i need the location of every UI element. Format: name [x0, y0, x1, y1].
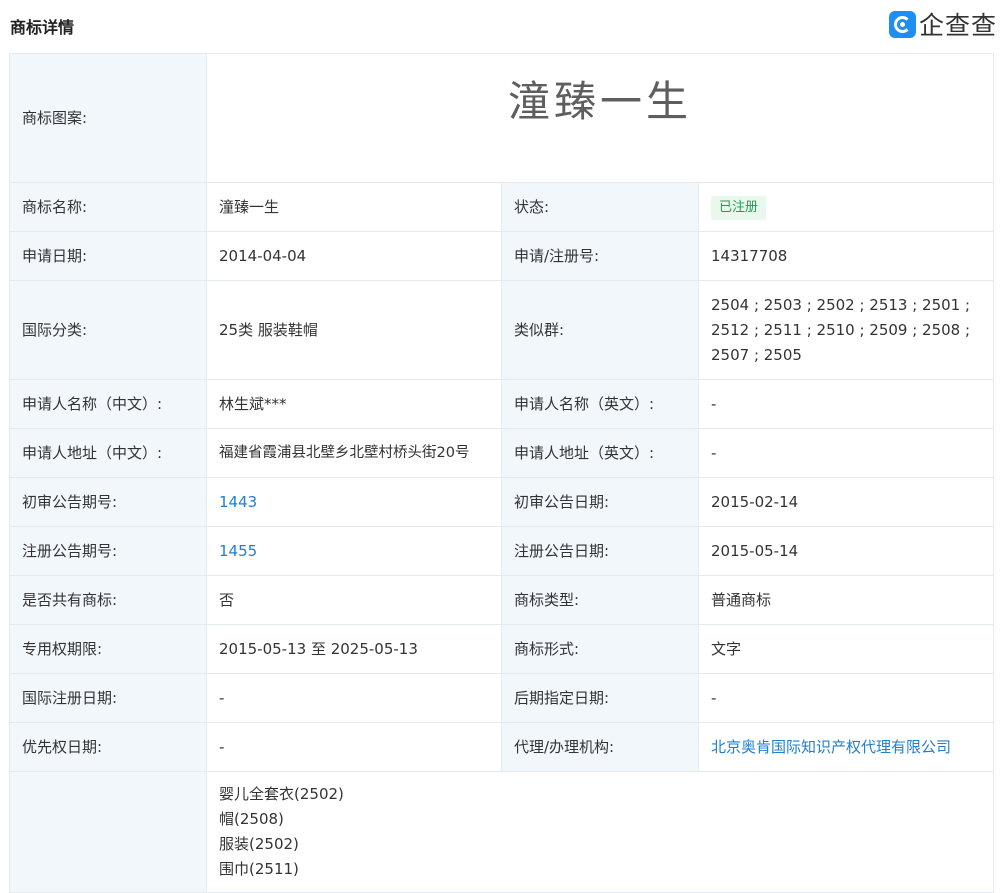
priority-date-value: - — [206, 722, 502, 772]
trademark-name-label: 商标名称: — [9, 182, 207, 232]
goods-row: 婴儿全套衣(2502) 帽(2508) 服装(2502) 围巾(2511) — [9, 771, 994, 893]
trademark-image-cell: 潼臻一生 — [206, 53, 994, 183]
preliminary-date-label: 初审公告日期: — [501, 477, 699, 527]
registration-number-label: 申请/注册号: — [501, 231, 699, 281]
status-badge: 已注册 — [711, 196, 767, 220]
agency-label: 代理/办理机构: — [501, 722, 699, 772]
status-label: 状态: — [501, 182, 699, 232]
trademark-image-label: 商标图案: — [9, 53, 207, 183]
table-row: 国际注册日期: - 后期指定日期: - — [9, 673, 994, 723]
preliminary-issue-link[interactable]: 1443 — [219, 493, 257, 511]
registration-issue-link[interactable]: 1455 — [219, 542, 257, 560]
registration-issue-label: 注册公告期号: — [9, 526, 207, 576]
exclusive-period-value: 2015-05-13 至 2025-05-13 — [206, 624, 502, 674]
qichacha-logo[interactable]: 企查查 — [889, 9, 998, 40]
trademark-form-value: 文字 — [698, 624, 994, 674]
trademark-image: 潼臻一生 — [507, 76, 692, 126]
table-row: 申请日期: 2014-04-04 申请/注册号: 14317708 — [9, 231, 994, 281]
applicant-name-en-label: 申请人名称（英文）: — [501, 379, 699, 429]
intl-registration-date-value: - — [206, 673, 502, 723]
applicant-name-cn-label: 申请人名称（中文）: — [9, 379, 207, 429]
trademark-type-value: 普通商标 — [698, 575, 994, 625]
page-title: 商标详情 — [10, 18, 75, 37]
similar-group-value: 2504 ; 2503 ; 2502 ; 2513 ; 2501 ; 2512 … — [698, 280, 994, 380]
goods-label — [9, 771, 207, 893]
applicant-address-cn-value: 福建省霞浦县北壁乡北壁村桥头街20号 — [206, 428, 502, 478]
table-row: 专用权期限: 2015-05-13 至 2025-05-13 商标形式: 文字 — [9, 624, 994, 674]
agency-link[interactable]: 北京奥肯国际知识产权代理有限公司 — [711, 738, 951, 756]
applicant-address-en-label: 申请人地址（英文）: — [501, 428, 699, 478]
logo-text: 企查查 — [919, 11, 998, 40]
list-item: 婴儿全套衣(2502) — [219, 785, 344, 803]
exclusive-period-label: 专用权期限: — [9, 624, 207, 674]
table-row: 国际分类: 25类 服装鞋帽 类似群: 2504 ; 2503 ; 2502 ;… — [9, 280, 994, 380]
applicant-name-cn-value: 林生斌*** — [206, 379, 502, 429]
trademark-detail-table: 商标图案: 潼臻一生 商标名称: 潼臻一生 状态: 已注册 申请日期: 2014… — [9, 53, 994, 893]
table-row: 初审公告期号: 1443 初审公告日期: 2015-02-14 — [9, 477, 994, 527]
international-class-value: 25类 服装鞋帽 — [206, 280, 502, 380]
table-row: 是否共有商标: 否 商标类型: 普通商标 — [9, 575, 994, 625]
table-row: 申请人地址（中文）: 福建省霞浦县北壁乡北壁村桥头街20号 申请人地址（英文）:… — [9, 428, 994, 478]
applicant-name-en-value: - — [698, 379, 994, 429]
later-designation-date-label: 后期指定日期: — [501, 673, 699, 723]
registration-number-value: 14317708 — [698, 231, 994, 281]
goods-list: 婴儿全套衣(2502) 帽(2508) 服装(2502) 围巾(2511) — [206, 771, 994, 893]
preliminary-date-value: 2015-02-14 — [698, 477, 994, 527]
shared-trademark-value: 否 — [206, 575, 502, 625]
list-item: 帽(2508) — [219, 810, 284, 828]
table-row: 优先权日期: - 代理/办理机构: 北京奥肯国际知识产权代理有限公司 — [9, 722, 994, 772]
table-row: 申请人名称（中文）: 林生斌*** 申请人名称（英文）: - — [9, 379, 994, 429]
applicant-address-cn-label: 申请人地址（中文）: — [9, 428, 207, 478]
list-item: 服装(2502) — [219, 835, 299, 853]
preliminary-issue-label: 初审公告期号: — [9, 477, 207, 527]
international-class-label: 国际分类: — [9, 280, 207, 380]
trademark-name-value: 潼臻一生 — [206, 182, 502, 232]
registration-date-value: 2015-05-14 — [698, 526, 994, 576]
applicant-address-en-value: - — [698, 428, 994, 478]
trademark-form-label: 商标形式: — [501, 624, 699, 674]
application-date-value: 2014-04-04 — [206, 231, 502, 281]
shared-trademark-label: 是否共有商标: — [9, 575, 207, 625]
table-row: 注册公告期号: 1455 注册公告日期: 2015-05-14 — [9, 526, 994, 576]
trademark-image-row: 商标图案: 潼臻一生 — [9, 53, 994, 183]
later-designation-date-value: - — [698, 673, 994, 723]
intl-registration-date-label: 国际注册日期: — [9, 673, 207, 723]
similar-group-label: 类似群: — [501, 280, 699, 380]
application-date-label: 申请日期: — [9, 231, 207, 281]
qichacha-logo-icon — [889, 10, 916, 38]
priority-date-label: 优先权日期: — [9, 722, 207, 772]
list-item: 围巾(2511) — [219, 860, 299, 878]
registration-date-label: 注册公告日期: — [501, 526, 699, 576]
table-row: 商标名称: 潼臻一生 状态: 已注册 — [9, 182, 994, 232]
trademark-type-label: 商标类型: — [501, 575, 699, 625]
